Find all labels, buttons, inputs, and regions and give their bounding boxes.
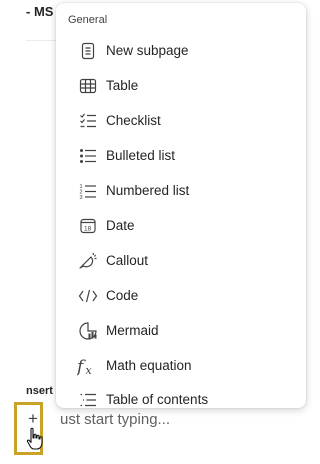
menu-item-code[interactable]: Code	[56, 279, 306, 313]
mermaid-icon	[77, 320, 99, 342]
menu-item-new-subpage[interactable]: New subpage	[56, 34, 306, 68]
menu-item-label: Numbered list	[106, 183, 190, 198]
svg-text:x: x	[86, 364, 93, 376]
menu-item-label: Callout	[106, 253, 149, 268]
calendar-icon: 18	[77, 215, 99, 237]
menu-item-label: Code	[106, 288, 139, 303]
bulleted-list-icon	[77, 145, 99, 167]
menu-item-label: Table of contents	[106, 392, 209, 407]
numbered-list-icon: 1 2 3	[77, 180, 99, 202]
code-icon	[77, 285, 99, 307]
menu-item-numbered-list[interactable]: 1 2 3 Numbered list	[56, 174, 306, 208]
insert-label: nsert	[26, 385, 53, 397]
callout-icon	[77, 250, 99, 272]
menu-item-label: Mermaid	[106, 323, 159, 338]
menu-item-checklist[interactable]: Checklist	[56, 104, 306, 138]
table-icon	[77, 75, 99, 97]
page-title-fragment: - MS	[26, 4, 54, 19]
divider	[26, 40, 56, 41]
menu-item-label: New subpage	[106, 43, 189, 58]
menu-item-label: Checklist	[106, 113, 161, 128]
menu-item-mermaid[interactable]: Mermaid	[56, 314, 306, 348]
menu-item-label: Date	[106, 218, 135, 233]
menu-section-header: General	[68, 14, 108, 26]
menu-item-date[interactable]: 18 Date	[56, 209, 306, 243]
page-icon	[77, 40, 99, 62]
hand-cursor-icon	[26, 427, 44, 451]
editor-placeholder[interactable]: ust start typing...	[60, 411, 170, 428]
menu-item-bulleted-list[interactable]: Bulleted list	[56, 139, 306, 173]
math-icon: f x	[77, 355, 99, 377]
svg-text:3: 3	[80, 195, 83, 200]
table-of-contents-icon	[77, 389, 99, 408]
menu-item-table-of-contents[interactable]: Table of contents	[56, 383, 306, 408]
svg-text:18: 18	[84, 226, 92, 233]
menu-item-label: Bulleted list	[106, 148, 176, 163]
menu-item-label: Table	[106, 78, 139, 93]
menu-item-math-equation[interactable]: f x Math equation	[56, 349, 306, 383]
checklist-icon	[77, 110, 99, 132]
insert-menu: General New subpage Table Checklist Bull…	[56, 3, 306, 408]
menu-item-label: Math equation	[106, 358, 192, 373]
menu-item-callout[interactable]: Callout	[56, 244, 306, 278]
menu-item-table[interactable]: Table	[56, 69, 306, 103]
